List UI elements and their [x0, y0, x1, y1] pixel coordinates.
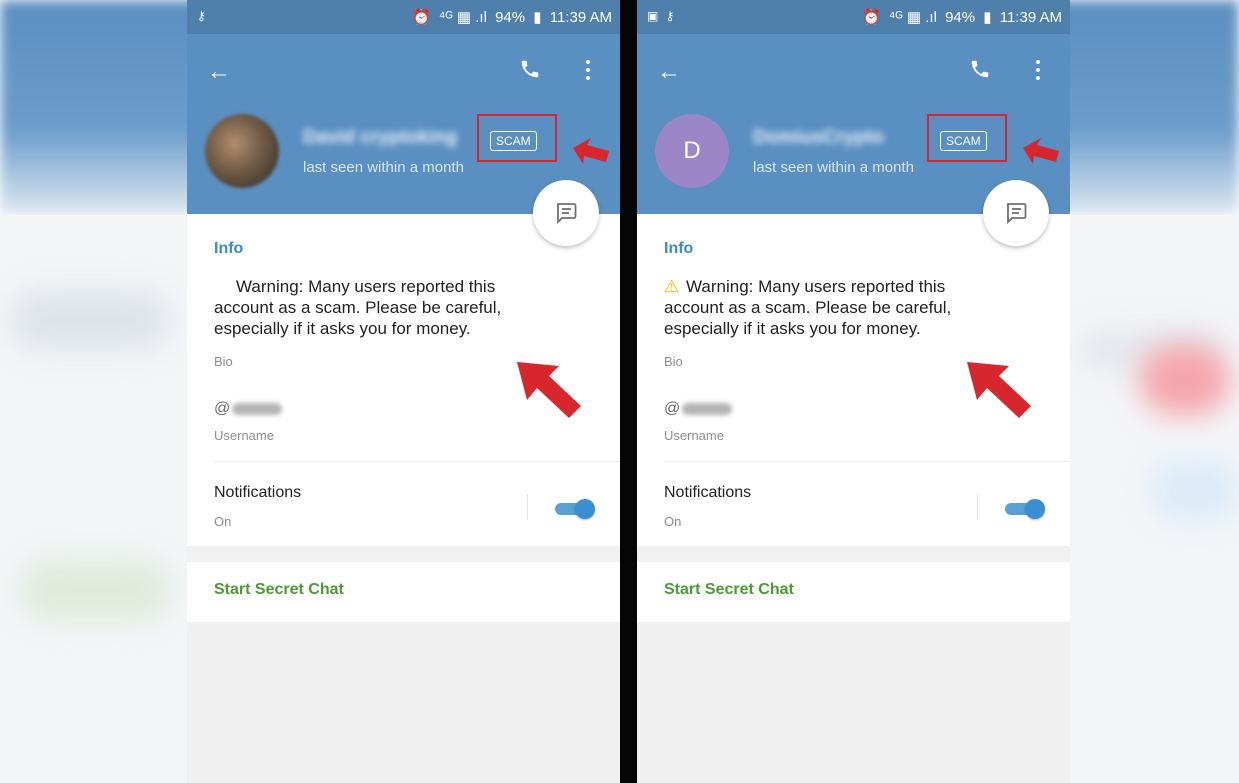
bio-label: Bio — [664, 354, 683, 369]
profile-name: DomiusCrypto — [753, 127, 884, 148]
bio-warning-text: Warning: Many users reported this accoun… — [664, 277, 952, 338]
more-vertical-icon[interactable] — [585, 60, 591, 82]
status-bar: ▣ ⚷ ⏰ ⁴ᴳ ▦ .ıl 94% ▮ 11:39 AM — [637, 0, 1070, 34]
message-button[interactable] — [983, 180, 1049, 246]
phone-screen-left: ⚷ ⏰ ⁴ᴳ ▦ .ıl 94% ▮ 11:39 AM ← David cryp… — [187, 0, 620, 783]
avatar[interactable]: D — [655, 114, 729, 188]
message-icon — [1006, 203, 1027, 225]
arrow-left-icon[interactable]: ← — [657, 58, 681, 86]
start-secret-chat-button[interactable]: Start Secret Chat — [664, 581, 794, 599]
username-blurred — [232, 402, 283, 415]
background-blob — [1150, 460, 1239, 520]
network-icon: ⁴ᴳ ▦ .ıl — [888, 9, 937, 26]
red-arrow-icon — [573, 138, 609, 164]
status-right: ⏰ ⁴ᴳ ▦ .ıl 94% ▮ 11:39 AM — [858, 8, 1062, 26]
username-label: Username — [214, 428, 274, 443]
background-blob — [10, 290, 170, 350]
battery-level: 94% — [495, 9, 526, 26]
red-arrow-icon — [1023, 138, 1059, 164]
info-card: Info Warning: Many users reported this a… — [187, 214, 620, 546]
username-prefix: @ — [664, 400, 681, 417]
divider-vertical — [527, 494, 528, 520]
network-icon: ⁴ᴳ ▦ .ıl — [438, 9, 487, 26]
warning-triangle-icon: ⚠ — [664, 277, 680, 296]
phone-screen-right: ▣ ⚷ ⏰ ⁴ᴳ ▦ .ıl 94% ▮ 11:39 AM ← D Domius… — [637, 0, 1070, 783]
empty-area — [187, 622, 620, 783]
red-arrow-icon — [517, 362, 581, 418]
notifications-state: On — [664, 514, 682, 529]
clock: 11:39 AM — [999, 9, 1062, 26]
phone-icon[interactable] — [969, 58, 991, 80]
info-card: Info ⚠ Warning: Many users reported this … — [637, 214, 1070, 546]
battery-level: 94% — [945, 9, 976, 26]
gallery-key-icons: ▣ ⚷ — [647, 9, 677, 23]
battery-icon: ▮ — [983, 9, 992, 26]
divider — [664, 461, 1070, 462]
more-vertical-icon[interactable] — [1035, 60, 1041, 82]
username-blurred — [682, 402, 733, 415]
status-bar: ⚷ ⏰ ⁴ᴳ ▦ .ıl 94% ▮ 11:39 AM — [187, 0, 620, 34]
key-icon: ⚷ — [197, 9, 208, 23]
notifications-title: Notifications — [214, 484, 302, 501]
arrow-left-icon[interactable]: ← — [207, 58, 231, 86]
info-section-title: Info — [214, 240, 244, 257]
last-seen-status: last seen within a month — [303, 159, 464, 176]
username-prefix: @ — [214, 400, 231, 417]
scam-badge: SCAM — [940, 131, 987, 151]
alarm-icon: ⏰ — [862, 9, 881, 26]
username-value[interactable]: @ — [664, 400, 733, 418]
bio-text[interactable]: ⚠ Warning: Many users reported this accou… — [664, 276, 984, 339]
start-secret-chat-button[interactable]: Start Secret Chat — [214, 581, 344, 599]
red-arrow-icon — [967, 362, 1031, 418]
info-section-title: Info — [664, 240, 694, 257]
notifications-toggle[interactable] — [1005, 498, 1045, 519]
last-seen-status: last seen within a month — [753, 159, 914, 176]
empty-area — [637, 622, 1070, 783]
secret-chat-row: Start Secret Chat — [637, 562, 1070, 622]
bio-label: Bio — [214, 354, 233, 369]
message-button[interactable] — [533, 180, 599, 246]
username-value[interactable]: @ — [214, 400, 283, 418]
clock: 11:39 AM — [549, 9, 612, 26]
background-blob — [20, 560, 170, 620]
bio-warning-text: Warning: Many users reported this accoun… — [214, 277, 502, 338]
alarm-icon: ⏰ — [412, 9, 431, 26]
notifications-state: On — [214, 514, 232, 529]
image-divider — [620, 0, 637, 783]
notifications-toggle[interactable] — [555, 498, 595, 519]
message-icon — [556, 203, 577, 225]
divider — [214, 461, 620, 462]
divider-vertical — [977, 494, 978, 520]
background-blob — [1140, 345, 1230, 415]
battery-icon: ▮ — [533, 9, 542, 26]
avatar[interactable] — [205, 114, 279, 188]
status-right: ⏰ ⁴ᴳ ▦ .ıl 94% ▮ 11:39 AM — [408, 8, 612, 26]
username-label: Username — [664, 428, 724, 443]
phone-icon[interactable] — [519, 58, 541, 80]
scam-badge: SCAM — [490, 131, 537, 151]
secret-chat-row: Start Secret Chat — [187, 562, 620, 622]
notifications-title: Notifications — [664, 484, 752, 501]
bio-text[interactable]: Warning: Many users reported this accoun… — [214, 276, 534, 339]
profile-name: David cryptoking — [303, 127, 458, 148]
